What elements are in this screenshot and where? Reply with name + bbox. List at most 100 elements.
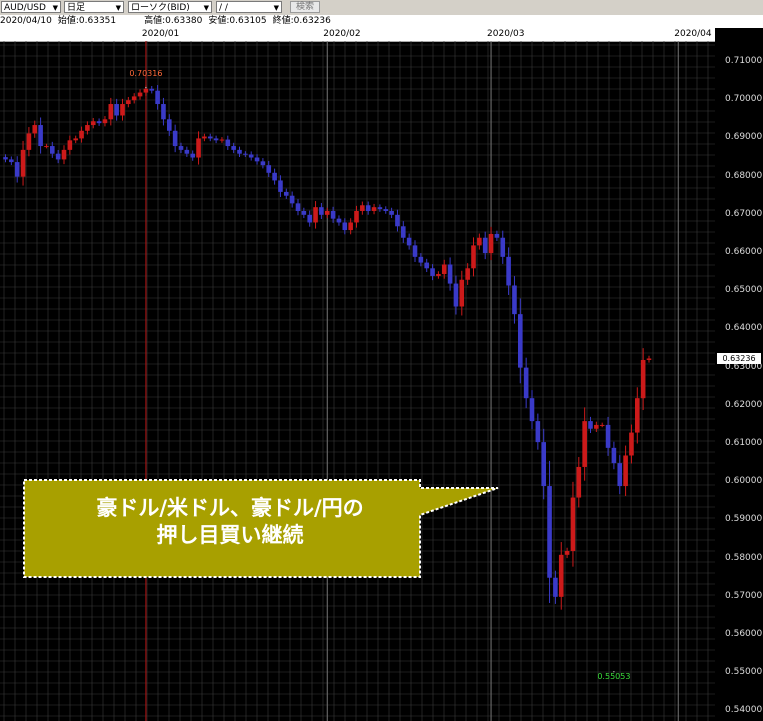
candle-body bbox=[623, 455, 628, 487]
symbol-select-label: AUD/USD bbox=[4, 3, 46, 13]
candle-body bbox=[225, 139, 231, 147]
y-tick-label: 0.61000 bbox=[725, 438, 763, 449]
month-label: 2020/02 bbox=[323, 29, 361, 39]
candle-body bbox=[313, 207, 318, 223]
y-tick-label: 0.70000 bbox=[725, 94, 763, 105]
price-axis: 0.71000 0.70000 0.69000 0.68000 0.67000 0.660… bbox=[715, 41, 763, 721]
candle-body bbox=[412, 245, 418, 257]
candle-body bbox=[231, 146, 236, 150]
candle-body bbox=[430, 268, 435, 276]
candle-body bbox=[196, 138, 201, 158]
candle-body bbox=[518, 314, 523, 368]
month-label: 2020/01 bbox=[141, 29, 180, 39]
candle-body bbox=[114, 104, 119, 116]
candle-body bbox=[9, 159, 14, 163]
candle-body bbox=[441, 264, 447, 275]
candle-body bbox=[155, 90, 160, 105]
candle-body bbox=[14, 162, 20, 177]
candle-body bbox=[371, 207, 377, 211]
y-tick-label: 0.68000 bbox=[725, 170, 763, 181]
candle-body bbox=[219, 139, 225, 141]
candle-body bbox=[178, 146, 184, 150]
candle-body bbox=[523, 367, 529, 399]
candle-body bbox=[120, 104, 125, 116]
candle-body bbox=[50, 146, 55, 154]
candle-body bbox=[377, 207, 383, 210]
candle-body bbox=[629, 432, 634, 456]
candle-body bbox=[85, 125, 90, 131]
candle-body bbox=[570, 497, 576, 551]
date-axis: 2020/01 2020/02 2020/03 2020/04 bbox=[0, 28, 715, 42]
candle-body bbox=[342, 222, 348, 231]
candle-body bbox=[44, 146, 49, 148]
candle-body bbox=[465, 268, 470, 280]
y-tick-label: 0.71000 bbox=[725, 56, 763, 66]
candle-body bbox=[167, 119, 172, 131]
candle-body bbox=[20, 149, 26, 177]
candle-body bbox=[260, 161, 266, 166]
candle-body bbox=[336, 218, 342, 223]
chevron-down-icon: ▼ bbox=[203, 4, 209, 12]
candle-body bbox=[96, 121, 102, 124]
candle-body bbox=[558, 554, 564, 597]
candle-body bbox=[108, 104, 114, 120]
candle-body bbox=[67, 140, 73, 150]
candle-body bbox=[640, 359, 646, 399]
candle-body bbox=[383, 209, 389, 211]
y-tick-label: 0.58000 bbox=[725, 552, 763, 563]
chevron-down-icon: ▼ bbox=[52, 4, 58, 12]
candle-body bbox=[137, 92, 143, 97]
candle-body bbox=[354, 211, 359, 223]
candle-body bbox=[605, 424, 611, 448]
candle-body bbox=[61, 149, 67, 160]
info-close: 終値:0.63236 bbox=[272, 16, 331, 26]
y-tick-label: 0.64000 bbox=[725, 323, 763, 334]
last-price-label: 0.63236 bbox=[717, 352, 761, 364]
candle-body bbox=[126, 100, 131, 105]
search-button[interactable]: 検索 bbox=[290, 1, 320, 13]
callout-line-2: 押し目買い継続 bbox=[156, 523, 304, 547]
candle-body bbox=[389, 211, 394, 215]
candle-body bbox=[295, 203, 301, 211]
callout-line-1: 豪ドル/米ドル、豪ドル/円の bbox=[96, 496, 364, 520]
candle-body bbox=[90, 121, 96, 126]
candle-body bbox=[184, 149, 190, 154]
info-low: 安値:0.63105 bbox=[208, 16, 267, 26]
candle-body bbox=[553, 577, 558, 597]
candle-body bbox=[635, 398, 640, 433]
y-tick-label: 0.57000 bbox=[725, 590, 763, 601]
y-tick-label: 0.66000 bbox=[725, 247, 763, 258]
period-select[interactable]: 日足 ▼ bbox=[64, 1, 124, 13]
period-select-label: 日足 bbox=[67, 3, 86, 13]
candle-body bbox=[535, 421, 541, 443]
candle-body bbox=[248, 154, 254, 158]
chart-kind-select-label: ローソク(BID) bbox=[131, 3, 190, 13]
candle-body bbox=[237, 149, 242, 154]
candle-body bbox=[3, 157, 8, 160]
symbol-select[interactable]: AUD/USD ▼ bbox=[1, 1, 61, 13]
candle-body bbox=[506, 256, 511, 286]
chart-kind-select[interactable]: ローソク(BID) ▼ bbox=[128, 1, 212, 13]
candle-body bbox=[406, 237, 412, 246]
grid bbox=[0, 41, 715, 721]
candle-body bbox=[73, 138, 78, 141]
candle-body bbox=[190, 153, 195, 158]
candle-body bbox=[488, 233, 494, 254]
candle-body bbox=[588, 421, 593, 429]
candle-body bbox=[471, 245, 476, 269]
info-high: 高値:0.63380 bbox=[144, 16, 203, 26]
candle-body bbox=[547, 486, 552, 578]
y-tick-label: 0.67000 bbox=[725, 208, 763, 219]
candle-body bbox=[319, 207, 324, 215]
candle-body bbox=[424, 262, 429, 269]
candle-body bbox=[266, 165, 272, 173]
candle-body bbox=[324, 211, 330, 215]
toolbar: AUD/USD ▼ 日足 ▼ ローソク(BID) ▼ / / ▼ 検索 bbox=[0, 0, 763, 16]
candle-body bbox=[459, 279, 465, 307]
candle-body bbox=[26, 133, 32, 150]
candle-body bbox=[213, 138, 219, 141]
date-input[interactable]: / / ▼ bbox=[216, 1, 282, 13]
candle-body bbox=[102, 119, 108, 124]
candle-body bbox=[348, 222, 353, 231]
info-open: 始値:0.63351 bbox=[57, 16, 117, 26]
